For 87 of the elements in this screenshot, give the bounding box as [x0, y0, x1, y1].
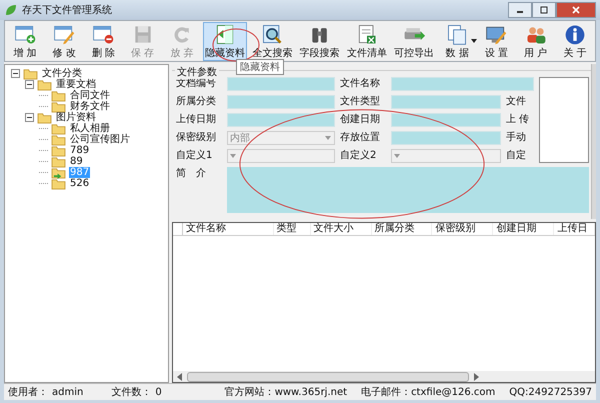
toolbar-button[interactable]: 用 户 — [518, 22, 554, 61]
dropdown-field[interactable] — [391, 149, 501, 163]
column-header[interactable]: 类型 — [274, 223, 311, 235]
toolbar-button[interactable]: 设 置 — [478, 22, 514, 61]
status-label: 文件数： — [111, 386, 152, 399]
maximize-icon — [539, 6, 549, 14]
window-pencil-icon — [52, 23, 76, 46]
info-icon — [562, 23, 587, 46]
caret-icon — [230, 154, 236, 158]
field-label: 自定义2 — [340, 149, 378, 163]
input-field[interactable] — [391, 113, 501, 127]
toolbar-button[interactable]: 修 改 — [46, 22, 82, 61]
field-label: 存放位置 — [340, 131, 381, 145]
group-title: 文件参数 — [175, 65, 219, 79]
tree-line — [39, 182, 48, 184]
status-value: 0 — [155, 386, 162, 398]
tree-item[interactable]: 89 — [69, 156, 84, 167]
field-label: 手动 — [506, 131, 527, 145]
tree-item[interactable]: 重要文档 — [55, 79, 97, 90]
tree-line — [39, 150, 48, 152]
toolbar-button[interactable]: 可控导出 — [392, 22, 436, 61]
tree-item[interactable]: 526 — [69, 178, 90, 189]
collapse-icon[interactable] — [11, 69, 20, 78]
right-arrow-icon — [473, 372, 479, 380]
field-label: 文件 — [506, 95, 527, 109]
field-label: 文件名称 — [340, 77, 381, 91]
field-label: 所属分类 — [176, 95, 217, 109]
caret-icon — [394, 154, 400, 158]
tree-item[interactable]: 文件分类 — [41, 68, 83, 79]
tree-item[interactable]: 私人相册 — [69, 123, 111, 134]
column-header[interactable]: 所属分类 — [372, 223, 432, 235]
toolbar-button[interactable]: 文件清单 — [344, 22, 389, 61]
field-label: 文件类型 — [340, 95, 381, 109]
input-field[interactable] — [391, 131, 501, 145]
window-plus-icon — [13, 23, 37, 46]
tree-item[interactable]: 789 — [69, 145, 90, 156]
window-title: 存天下文件管理系统 — [22, 4, 112, 17]
tree-item[interactable]: 财务文件 — [69, 101, 111, 112]
tree-line — [39, 106, 48, 108]
horizontal-scrollbar[interactable] — [173, 371, 595, 382]
column-header[interactable]: 上传日 — [554, 223, 595, 235]
input-field[interactable] — [391, 77, 534, 91]
magnifier-page-icon — [260, 23, 284, 46]
field-label: 创建日期 — [340, 113, 381, 127]
close-icon — [571, 6, 581, 14]
field-label: 自定义1 — [176, 149, 214, 163]
collapse-icon[interactable] — [25, 80, 34, 89]
tree-item[interactable]: 合同文件 — [69, 90, 111, 101]
text-area[interactable] — [227, 167, 589, 213]
minimize-button[interactable] — [508, 2, 532, 18]
status-value: admin — [52, 386, 84, 398]
leaf-icon — [4, 3, 18, 17]
tree-line — [39, 138, 48, 140]
input-field[interactable] — [227, 77, 335, 91]
field-label: 上传日期 — [176, 113, 217, 127]
field-label: 上 传 — [506, 113, 530, 127]
toolbar-button[interactable]: 增 加 — [7, 22, 43, 61]
close-button[interactable] — [556, 2, 596, 18]
tree-line — [39, 128, 48, 130]
maximize-button[interactable] — [532, 2, 556, 18]
input-field[interactable] — [391, 95, 501, 109]
field-label: 简 介 — [176, 167, 207, 181]
toolbar-button[interactable]: 数 据 — [439, 22, 476, 61]
toolbar-button[interactable]: 字段搜索 — [298, 22, 342, 61]
tree-line — [39, 94, 48, 96]
collapse-icon[interactable] — [25, 113, 34, 122]
column-header[interactable]: 创建日期 — [493, 223, 554, 235]
left-arrow-icon — [177, 372, 183, 380]
tree-line — [39, 172, 48, 174]
tree-item[interactable]: 图片资料 — [55, 112, 97, 123]
tree-line — [39, 160, 48, 162]
toolbar-button[interactable]: 关 于 — [556, 22, 593, 61]
status-label: 使用者： — [8, 386, 48, 399]
scroll-thumb[interactable] — [187, 372, 469, 382]
tooltip: 隐藏资料 — [236, 59, 284, 75]
input-field[interactable] — [227, 113, 335, 127]
field-label: 自定 — [506, 149, 527, 163]
website-text: 官方网站：www.365rj.net — [224, 386, 348, 399]
input-field[interactable] — [227, 95, 335, 109]
toolbar-button[interactable]: 删 除 — [85, 22, 122, 61]
qq-text: QQ:2492725397 — [509, 386, 592, 398]
field-label: 保密级别 — [176, 131, 217, 145]
window-minus-icon — [91, 23, 116, 46]
dropdown-field[interactable] — [227, 149, 335, 163]
tree-item[interactable]: 公司宣传图片 — [69, 134, 131, 145]
caret-icon — [325, 136, 331, 140]
email-text: 电子邮件：ctxfile@126.com — [361, 386, 496, 399]
